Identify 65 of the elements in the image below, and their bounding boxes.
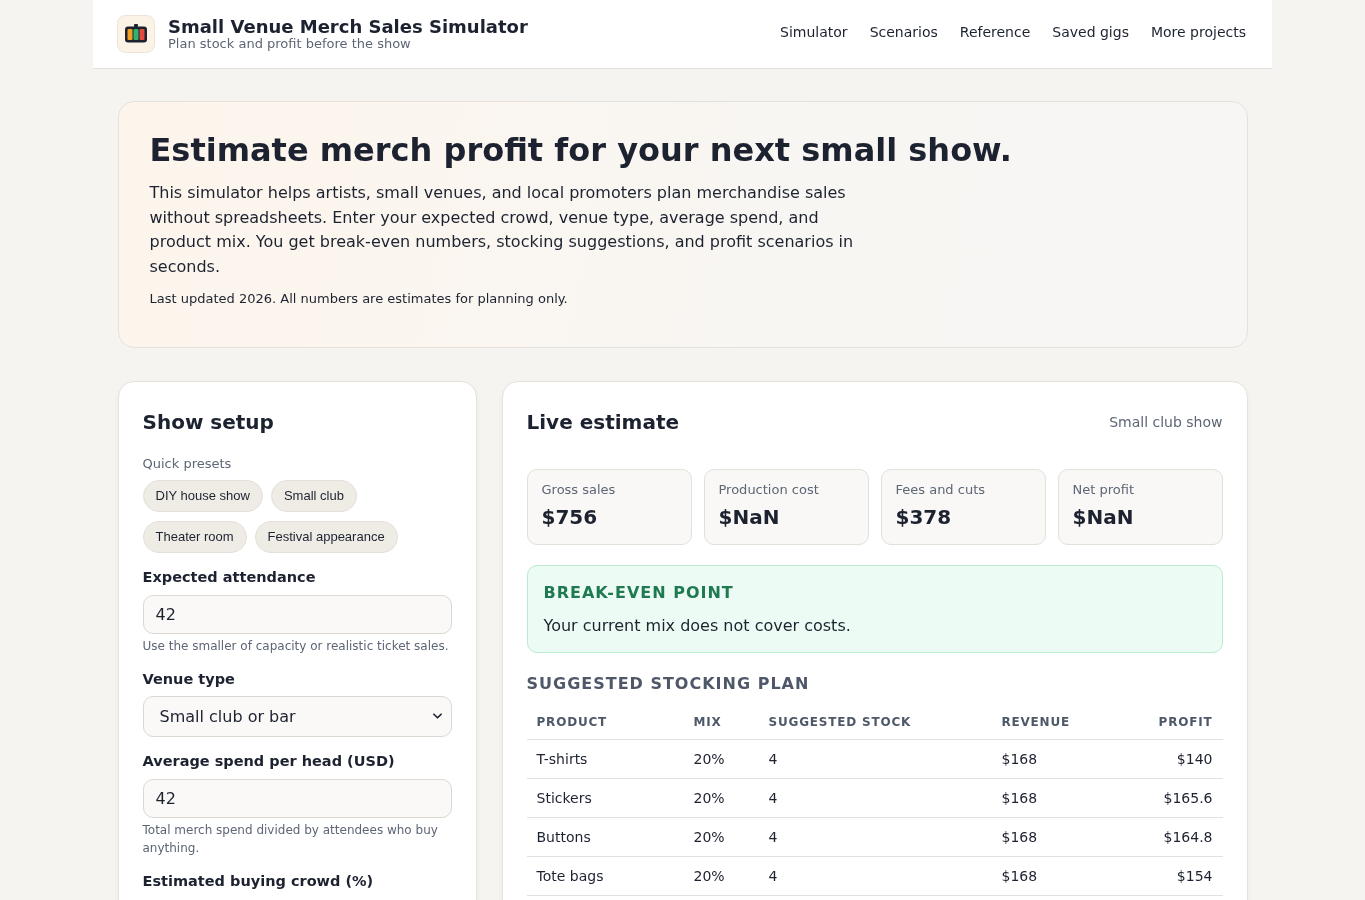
- presets-label: Quick presets: [142, 454, 233, 473]
- field-hint: Total merch spend divided by attendees who buy anything.: [142, 821, 439, 857]
- column-header: PROFIT: [1117, 704, 1223, 740]
- hero-heading: Estimate merch profit for your next small show.: [149, 130, 1013, 170]
- table-cell: $168: [991, 856, 1118, 896]
- table-cell: $168: [991, 817, 1118, 857]
- section-heading: SUGGESTED STOCKING PLAN: [526, 672, 811, 695]
- table-cell: 20%: [683, 817, 759, 857]
- table-cell: 4: [758, 778, 992, 818]
- field-label: Venue type: [142, 669, 236, 689]
- nav-link[interactable]: Reference: [959, 24, 1031, 40]
- table-cell: 4: [758, 739, 992, 779]
- stat-label: Fees and cuts: [895, 481, 986, 498]
- table-cell: T-shirts: [526, 739, 684, 779]
- table-cell: 4: [758, 856, 992, 896]
- preset-chip[interactable]: Small club: [270, 479, 357, 512]
- table-cell: 20%: [683, 856, 759, 896]
- break-even-message: Your current mix does not cover costs.: [543, 614, 852, 637]
- nav-link[interactable]: More projects: [1150, 24, 1246, 40]
- stat-value: $378: [895, 503, 953, 530]
- column-header: PRODUCT: [526, 704, 684, 740]
- preset-chip[interactable]: Theater room: [142, 520, 247, 553]
- table-cell: $140: [1117, 739, 1223, 779]
- app-title: Small Venue Merch Sales Simulator: [168, 17, 528, 37]
- table-cell: $168: [991, 778, 1118, 818]
- venue-type-select[interactable]: Small club or bar: [142, 695, 452, 737]
- stat-value: $NaN: [1072, 503, 1135, 530]
- table-cell: 20%: [683, 778, 759, 818]
- panel-heading: Show setup: [142, 408, 275, 436]
- chevron-down-icon: [432, 713, 442, 720]
- preset-chip[interactable]: Festival appearance: [254, 520, 398, 553]
- table-cell: Tote bags: [526, 856, 684, 896]
- scenario-label: Small club show: [1109, 413, 1223, 430]
- stat-label: Production cost: [718, 481, 820, 498]
- table-cell: Stickers: [526, 778, 684, 818]
- app-subtitle: Plan stock and profit before the show: [168, 37, 412, 51]
- field-label: Estimated buying crowd (%): [142, 871, 375, 891]
- update-note: Last updated 2026. All numbers are estimates for planning only.: [149, 289, 569, 308]
- field-label: Average spend per head (USD): [142, 751, 396, 771]
- panel-heading: Live estimate: [526, 408, 679, 436]
- table-cell: 20%: [683, 739, 759, 779]
- break-even-heading: BREAK-EVEN POINT: [543, 581, 735, 604]
- nav-link[interactable]: Scenarios: [869, 24, 938, 40]
- table-cell: $164.8: [1117, 817, 1223, 857]
- table-cell: $154: [1117, 856, 1223, 896]
- stat-label: Net profit: [1072, 481, 1135, 498]
- stat-label: Gross sales: [541, 481, 617, 498]
- field-label: Expected attendance: [142, 567, 317, 587]
- preset-chip[interactable]: DIY house show: [142, 479, 263, 512]
- stat-value: $756: [541, 503, 599, 530]
- column-header: MIX: [683, 704, 759, 740]
- logo-icon: [117, 15, 155, 53]
- stat-value: $NaN: [718, 503, 781, 530]
- hero-description: This simulator helps artists, small venues, and local promoters plan merchandise sales without spreadsheets. Enter your expected crowd, venue type, average spend, and product mix. You get break-even numbers, stocking suggestions, and profit scenarios in seconds.: [149, 182, 855, 279]
- nav-link[interactable]: Simulator: [780, 24, 848, 40]
- table-cell: $165.6: [1117, 778, 1223, 818]
- nav-link[interactable]: Saved gigs: [1052, 24, 1129, 40]
- table-cell: Buttons: [526, 817, 684, 857]
- field-hint: Use the smaller of capacity or realistic ticket sales.: [142, 637, 450, 655]
- column-header: REVENUE: [991, 704, 1118, 740]
- input-field[interactable]: 42: [142, 778, 452, 818]
- input-field[interactable]: 42: [142, 594, 452, 634]
- table-cell: $168: [991, 739, 1118, 779]
- column-header: SUGGESTED STOCK: [758, 704, 992, 740]
- table-cell: 4: [758, 817, 992, 857]
